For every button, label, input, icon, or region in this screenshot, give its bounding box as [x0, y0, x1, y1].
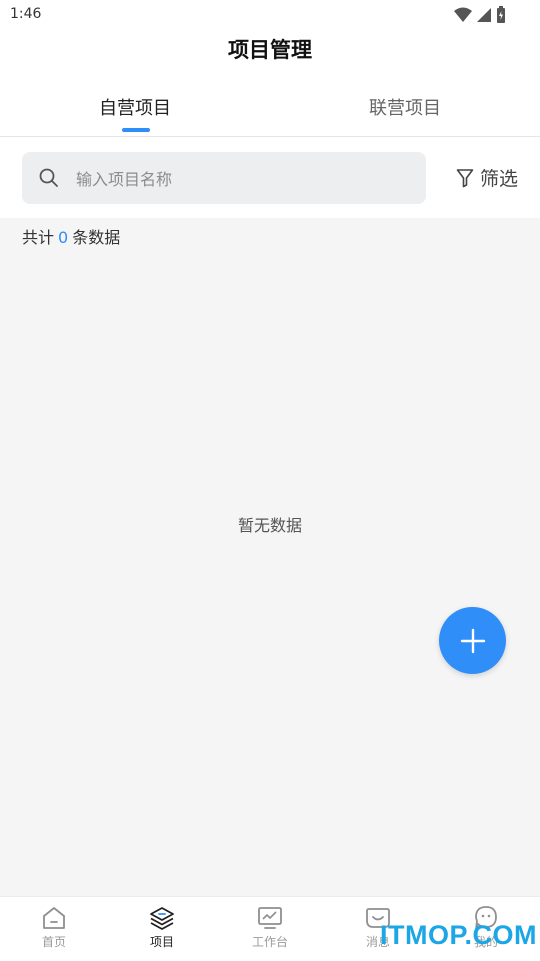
- plus-icon: [460, 628, 485, 653]
- count-number: 0: [58, 228, 69, 247]
- record-count: 共计 0 条数据: [22, 224, 120, 248]
- filter-button[interactable]: 筛选: [456, 164, 518, 191]
- app-bar: 项目管理: [0, 30, 540, 76]
- search-icon: [39, 168, 58, 187]
- filter-icon: [456, 168, 474, 187]
- tab-joint-operated[interactable]: 联营项目: [270, 94, 540, 120]
- layers-icon: [150, 907, 174, 930]
- nav-item-workbench[interactable]: 工作台: [216, 905, 324, 950]
- active-tab-indicator: [122, 128, 150, 132]
- nav-label-home: 首页: [41, 935, 66, 949]
- search-row: 筛选: [0, 152, 540, 206]
- count-suffix: 条数据: [72, 228, 121, 247]
- nav-label-workbench: 工作台: [251, 935, 288, 949]
- filter-label: 筛选: [480, 168, 519, 190]
- nav-label-projects: 项目: [149, 935, 174, 949]
- tab-bar: 自营项目 联营项目: [0, 86, 540, 137]
- home-icon: [43, 907, 65, 929]
- wifi-icon: [454, 7, 472, 22]
- search-box[interactable]: [22, 152, 426, 206]
- battery-icon: [497, 6, 505, 23]
- monitor-icon: [258, 907, 282, 929]
- signal-icon: [477, 8, 491, 22]
- status-icons: [454, 6, 506, 24]
- status-bar: 1:46: [0, 0, 540, 30]
- count-prefix: 共计: [22, 228, 55, 247]
- search-input[interactable]: [74, 152, 408, 206]
- tab-self-operated[interactable]: 自营项目: [0, 94, 270, 120]
- page-title: 项目管理: [228, 38, 312, 62]
- nav-item-home[interactable]: 首页: [0, 905, 108, 950]
- empty-state-text: 暂无数据: [237, 516, 302, 535]
- watermark: ITMOP.COM: [380, 920, 538, 950]
- nav-item-projects[interactable]: 项目: [108, 905, 216, 950]
- status-time: 1:46: [10, 6, 42, 22]
- add-project-button[interactable]: [439, 607, 506, 674]
- project-list: 共计 0 条数据 暂无数据: [0, 218, 540, 896]
